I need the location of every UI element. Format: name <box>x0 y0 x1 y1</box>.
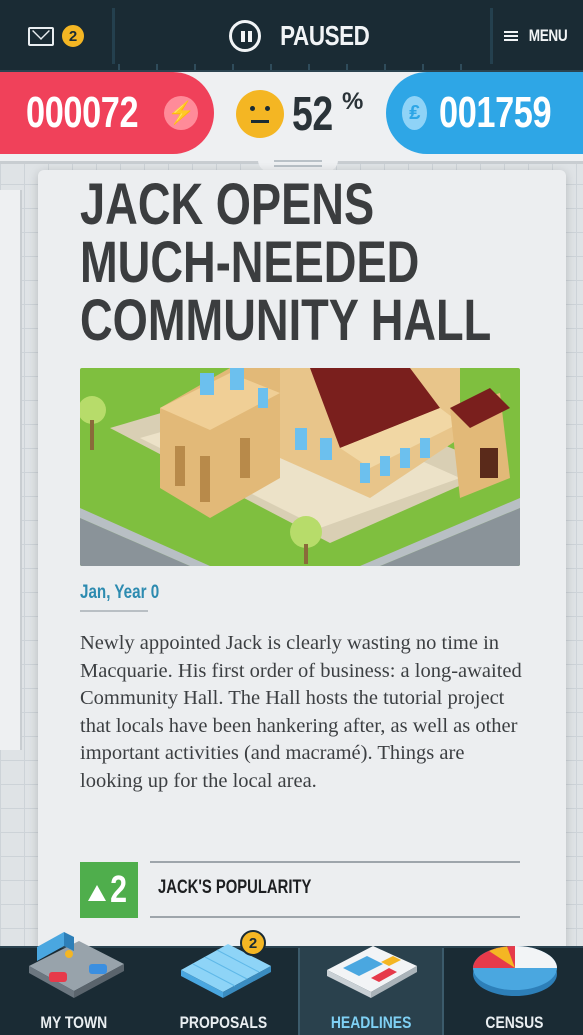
popularity-change-badge: 2 <box>80 862 138 918</box>
nav-item-headlines[interactable]: HEADLINES <box>298 946 444 1035</box>
nav-item-proposals[interactable]: 2 PROPOSALS <box>150 930 296 1035</box>
divider <box>490 8 493 64</box>
effect-divider <box>150 916 520 918</box>
score-pill[interactable]: 000072 ⚡ <box>0 72 214 154</box>
approval-value: 52 <box>292 87 333 141</box>
effect-divider <box>150 861 520 863</box>
score-value: 000072 <box>26 88 139 137</box>
menu-button[interactable]: MENU <box>496 8 580 64</box>
lightning-icon: ⚡ <box>164 96 198 130</box>
menu-label: MENU <box>528 26 568 45</box>
approval-unit: % <box>342 88 363 115</box>
envelope-icon <box>28 26 54 46</box>
nav-label: PROPOSALS <box>179 1013 267 1032</box>
paused-label: PAUSED <box>280 20 370 51</box>
mail-button[interactable]: 2 <box>10 8 110 64</box>
bottom-nav: MY TOWN 2 PROPOSALS HEADLINES CENSUS <box>0 930 583 1035</box>
stats-row: 000072 ⚡ 52 % ₤ 001759 <box>0 72 583 172</box>
pause-button[interactable]: PAUSED <box>118 8 492 64</box>
date-divider <box>80 610 148 612</box>
pie-chart-icon <box>467 934 563 1009</box>
up-arrow-icon <box>88 885 107 901</box>
coin-icon: ₤ <box>402 96 428 130</box>
top-bar: 2 PAUSED MENU <box>0 0 583 72</box>
article-body: Newly appointed Jack is clearly wasting … <box>80 632 522 792</box>
nav-item-census[interactable]: CENSUS <box>446 946 583 1035</box>
nav-label: MY TOWN <box>40 1013 108 1032</box>
approval-indicator[interactable]: 52 % <box>236 84 363 144</box>
popularity-label: JACK'S POPULARITY <box>158 877 312 898</box>
nav-item-my-town[interactable]: MY TOWN <box>0 932 148 1035</box>
side-panel-edge[interactable] <box>0 190 22 750</box>
tick-marks <box>118 64 492 70</box>
community-hall-illustration <box>80 368 520 566</box>
neutral-face-icon <box>236 90 284 138</box>
nav-label: CENSUS <box>485 1013 544 1032</box>
pause-icon <box>229 20 262 52</box>
hamburger-icon <box>503 31 518 41</box>
divider <box>112 8 115 64</box>
funds-pill[interactable]: ₤ 001759 <box>386 72 583 154</box>
nav-label: HEADLINES <box>330 1013 412 1032</box>
article-date: Jan, Year 0 <box>80 582 160 603</box>
town-icon <box>19 926 129 1011</box>
funds-value: 001759 <box>439 88 552 137</box>
mail-count-badge: 2 <box>60 23 86 49</box>
article-headline: JACK OPENS MUCH-NEEDED COMMUNITY HALL <box>80 172 492 353</box>
newspaper-icon <box>321 932 421 1009</box>
popularity-change-value: 2 <box>110 868 128 911</box>
proposals-badge: 2 <box>240 930 266 956</box>
